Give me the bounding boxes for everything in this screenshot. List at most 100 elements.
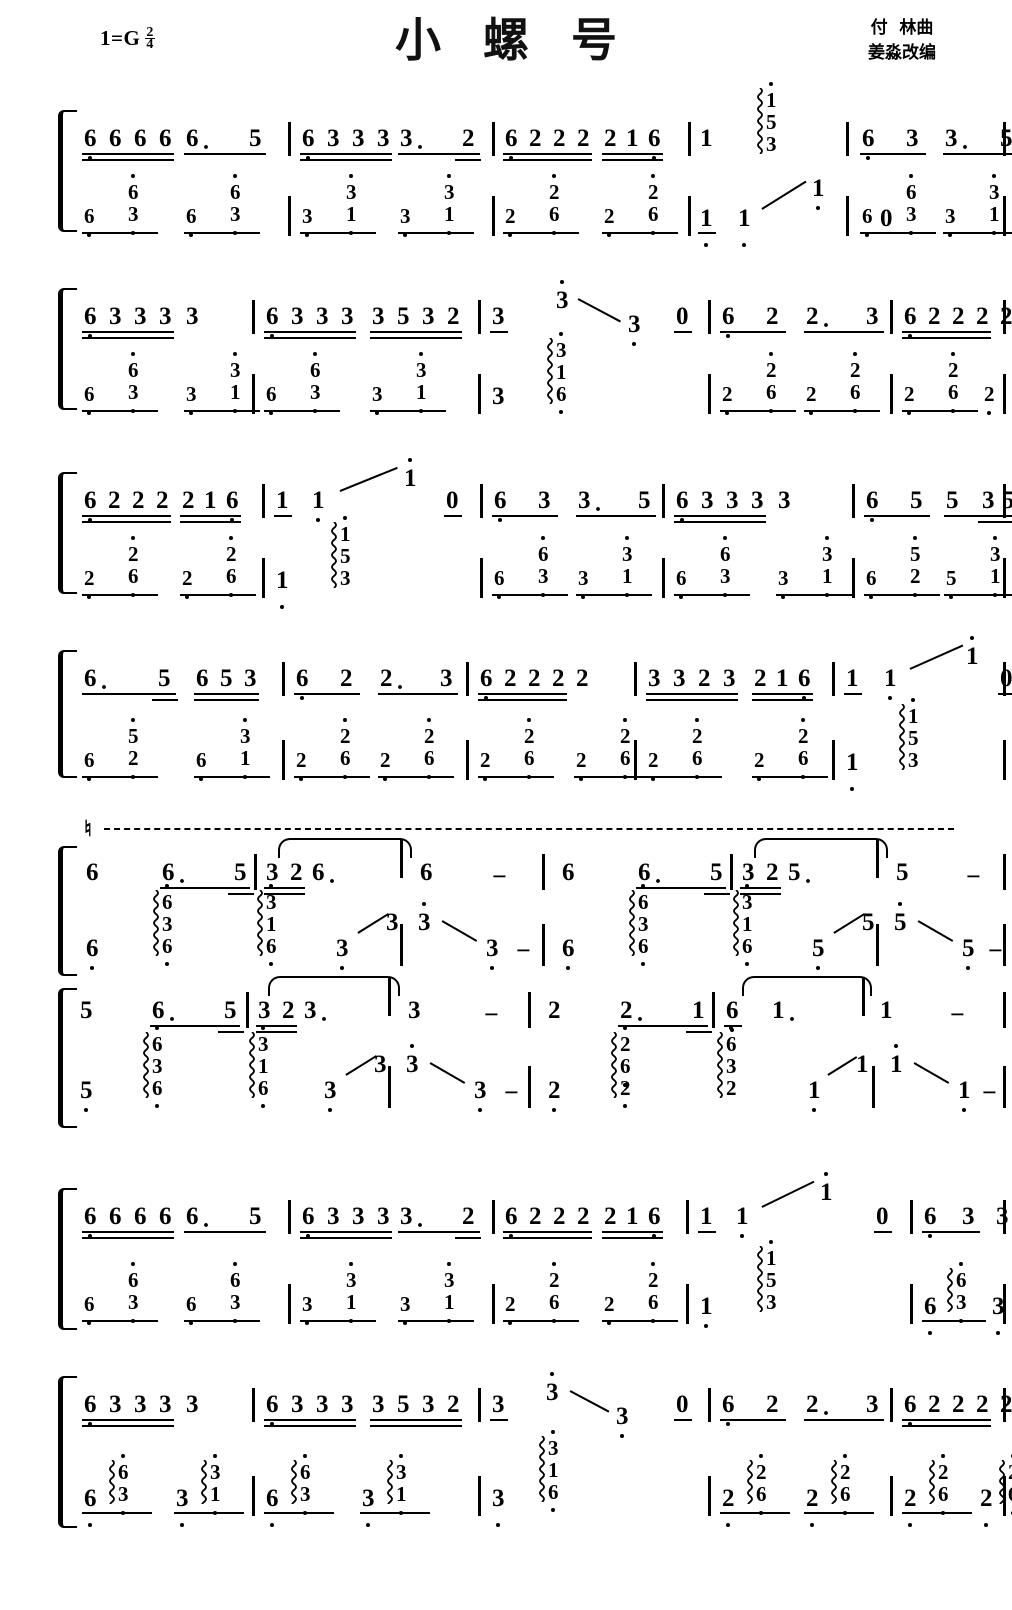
octave-dot-low <box>566 966 571 970</box>
chord-stack: 52 <box>128 718 139 779</box>
chord-stack: 636 <box>152 1026 163 1109</box>
chord-tone: 3 <box>346 1262 357 1292</box>
barline <box>288 1200 291 1234</box>
note-2: 2 <box>156 487 169 514</box>
beam-2 <box>82 521 171 524</box>
barline <box>492 1200 495 1234</box>
barline <box>708 1476 711 1516</box>
glissando-line <box>827 1056 858 1077</box>
bass-beam <box>922 1320 986 1323</box>
chord-stack: 31 <box>822 536 833 597</box>
barline <box>1003 1388 1006 1422</box>
beam <box>944 515 1012 518</box>
chord-stack: 2 <box>806 383 817 415</box>
beam <box>844 693 862 696</box>
octave-dot-low <box>165 962 170 967</box>
octave-dot-low <box>270 1523 275 1527</box>
arpeggio-wave <box>746 1460 754 1504</box>
chord-stack: 26 <box>549 1262 560 1323</box>
barline <box>262 484 265 518</box>
chord-tone: 1 <box>622 565 633 597</box>
chord-stack: 63 <box>906 174 917 235</box>
octave-dot-high <box>422 902 427 906</box>
note-6: 6 <box>505 1204 518 1238</box>
chord-tone: 2 <box>604 1293 615 1325</box>
octave-dot-high <box>213 1454 218 1458</box>
note-2: 2 <box>548 997 561 1024</box>
chord-tone: 6 <box>956 1262 967 1292</box>
octave-dot-high <box>427 718 432 722</box>
chord-tone: 6 <box>196 749 207 781</box>
beam <box>636 887 726 890</box>
chord-tone: 3 <box>230 1291 241 1323</box>
chord-tone: 6 <box>152 1026 163 1056</box>
note-3: 3 <box>327 125 340 152</box>
octave-dot-high <box>447 174 452 178</box>
beam-2 <box>503 159 592 162</box>
chord-tone: 2 <box>549 1262 560 1292</box>
note-5: 5 <box>397 1391 410 1418</box>
beam <box>378 693 458 696</box>
chord-tone: 6 <box>152 1077 163 1109</box>
arpeggio-wave <box>830 1460 838 1504</box>
note-5: 5 <box>397 303 410 330</box>
barline <box>478 1388 481 1422</box>
note-1: 1 <box>692 997 705 1024</box>
chord-tone: 1 <box>396 1483 407 1515</box>
chord-tone: 2 <box>226 536 237 566</box>
note-1: 1 <box>700 1294 713 1328</box>
note-3: 3 <box>866 303 879 330</box>
barline <box>1003 1476 1006 1516</box>
octave-dot-high <box>970 636 975 640</box>
note-2: 2 <box>806 1391 819 1418</box>
beam-1 <box>82 1231 174 1234</box>
note-5: 5 <box>638 487 651 514</box>
sustain-dash: − <box>492 862 507 891</box>
octave-dot-high <box>131 536 136 540</box>
note-0: 0 <box>676 303 689 330</box>
note-3: 3 <box>866 1391 879 1418</box>
bass-beam <box>492 594 568 597</box>
note-2: 2 <box>904 1486 917 1527</box>
chord-tone: 3 <box>210 1454 221 1484</box>
arpeggio-wave <box>142 1032 150 1098</box>
bass-beam <box>378 776 454 779</box>
glissando-line <box>345 1055 378 1077</box>
bass-beam <box>860 232 936 235</box>
arpeggio-wave <box>756 1246 764 1312</box>
note-3: 3 <box>648 665 661 692</box>
note-1: 1 <box>808 1078 821 1112</box>
beam-1 <box>82 153 174 156</box>
chord-tone: 2 <box>766 352 777 382</box>
aug-dot: . <box>169 1001 175 1027</box>
note-6: 6 <box>84 1486 97 1527</box>
chord-tone: 2 <box>128 536 139 566</box>
chord-tone: 3 <box>906 203 917 235</box>
note-6: 6 <box>494 488 507 522</box>
octave-dot-low <box>908 1523 913 1527</box>
note-3: 3 <box>400 1203 413 1230</box>
note-2: 2 <box>766 859 779 886</box>
octave-dot-high <box>349 174 354 178</box>
arpeggio-wave <box>200 1460 208 1504</box>
barline <box>542 924 545 966</box>
chord-tone: 1 <box>340 516 351 546</box>
beam-2 <box>82 1425 174 1428</box>
note-3: 3 <box>352 125 365 152</box>
chord-tone: 5 <box>946 567 957 599</box>
chord-tone: 6 <box>620 1055 631 1087</box>
chord-tone: 2 <box>128 747 139 779</box>
sustain-dash: − <box>982 1078 997 1107</box>
chord-tone: 6 <box>266 935 277 967</box>
octave-dot-low <box>328 1108 333 1112</box>
barline <box>910 1284 913 1324</box>
bass-beam <box>264 410 340 413</box>
barline <box>252 1476 255 1516</box>
note-1: 1 <box>736 1204 749 1238</box>
chord-tone: 2 <box>524 718 535 748</box>
note-6: 6 <box>162 859 175 886</box>
music-system: 6.5653622.362222332321611106526312262262… <box>0 636 1012 794</box>
bass-beam <box>82 232 158 235</box>
system-brace <box>58 988 77 1128</box>
barline <box>846 196 849 236</box>
